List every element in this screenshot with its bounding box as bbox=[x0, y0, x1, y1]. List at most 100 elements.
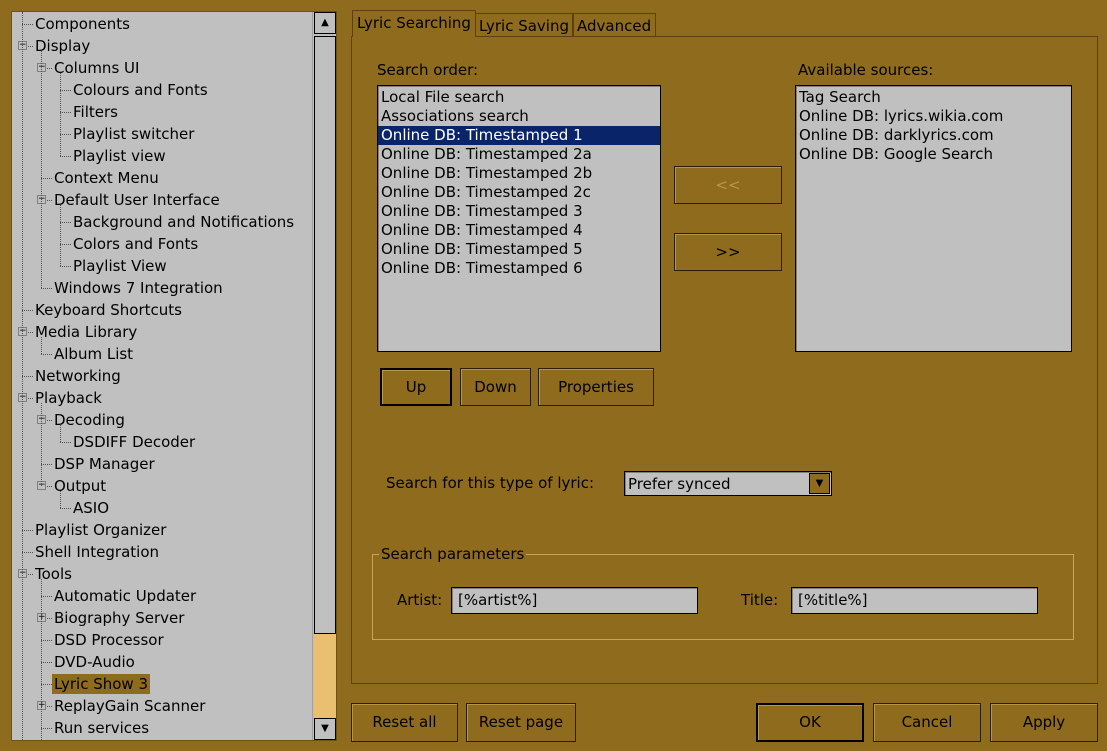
tree-item-label: ReplayGain Scanner bbox=[54, 697, 206, 715]
tree-item[interactable]: Windows 7 Integration bbox=[12, 277, 312, 299]
tree-item[interactable]: Background and Notifications bbox=[12, 211, 312, 233]
title-field[interactable]: [%title%] bbox=[791, 587, 1038, 614]
tree-item-label: ASIO bbox=[73, 499, 110, 517]
tree-connector bbox=[60, 134, 71, 135]
remove-source-button[interactable]: >> bbox=[674, 233, 782, 271]
tree-item[interactable]: Playlist switcher bbox=[12, 123, 312, 145]
tree-item[interactable]: Context Menu bbox=[12, 167, 312, 189]
tree-item[interactable]: − Display bbox=[12, 35, 312, 57]
tree-item[interactable]: Album List bbox=[12, 343, 312, 365]
list-item[interactable]: Associations search bbox=[378, 107, 660, 126]
list-item[interactable]: Online DB: Timestamped 5 bbox=[378, 240, 660, 259]
apply-button[interactable]: Apply bbox=[990, 703, 1098, 742]
properties-button[interactable]: Properties bbox=[538, 368, 654, 406]
tree-item[interactable]: DSD Processor bbox=[12, 629, 312, 651]
tree-item[interactable]: DSDIFF Decoder bbox=[12, 431, 312, 453]
reset-page-button[interactable]: Reset page bbox=[466, 703, 576, 742]
scroll-thumb[interactable] bbox=[314, 36, 336, 634]
tree-item[interactable]: Playlist Organizer bbox=[12, 519, 312, 541]
tree-item[interactable]: + ReplayGain Scanner bbox=[12, 695, 312, 717]
lyric-type-select[interactable]: Prefer synced ▼ bbox=[624, 471, 832, 496]
search-order-list[interactable]: Local File search Associations search Onli… bbox=[377, 85, 661, 352]
tab-lyric-saving[interactable]: Lyric Saving bbox=[474, 13, 574, 37]
list-item[interactable]: Online DB: Timestamped 3 bbox=[378, 202, 660, 221]
tree-item[interactable]: − Output bbox=[12, 475, 312, 497]
tree-connector bbox=[41, 403, 42, 486]
tree-item-label: DSDIFF Decoder bbox=[73, 433, 196, 451]
tree-item-label: Tools bbox=[35, 565, 72, 583]
tree-item-label: Playlist View bbox=[73, 257, 167, 275]
tree-item-label: Default User Interface bbox=[54, 191, 220, 209]
tree-item[interactable]: Playlist View bbox=[12, 255, 312, 277]
list-item[interactable]: Online DB: Google Search bbox=[796, 145, 1071, 164]
scroll-down-icon[interactable]: ▼ bbox=[314, 718, 336, 740]
tree-item-label: DVD-Audio bbox=[54, 653, 135, 671]
tree-connector bbox=[22, 24, 33, 25]
tree-item[interactable]: Filters bbox=[12, 101, 312, 123]
tree-item[interactable]: − Playback bbox=[12, 387, 312, 409]
ok-button[interactable]: OK bbox=[756, 703, 864, 742]
list-item[interactable]: Local File search bbox=[378, 88, 660, 107]
reset-all-button[interactable]: Reset all bbox=[351, 703, 458, 742]
list-item[interactable]: Online DB: Timestamped 6 bbox=[378, 259, 660, 278]
tree-item-label: Colors and Fonts bbox=[73, 235, 199, 253]
available-sources-label: Available sources: bbox=[798, 61, 934, 79]
tree-item[interactable]: − Columns UI bbox=[12, 57, 312, 79]
tree-item-label: DSD Processor bbox=[54, 631, 164, 649]
tree-item-label: Background and Notifications bbox=[73, 213, 295, 231]
list-item[interactable]: Online DB: lyrics.wikia.com bbox=[796, 107, 1071, 126]
tree-item[interactable]: DVD-Audio bbox=[12, 651, 312, 673]
tree-item[interactable]: − Media Library bbox=[12, 321, 312, 343]
tree-item[interactable]: + Biography Server bbox=[12, 607, 312, 629]
list-item[interactable]: Online DB: Timestamped 1 bbox=[378, 126, 660, 145]
tree-item[interactable]: Automatic Updater bbox=[12, 585, 312, 607]
tree-scrollbar[interactable]: ▲ ▼ bbox=[312, 12, 336, 740]
tab-advanced[interactable]: Advanced bbox=[572, 13, 657, 37]
tab-lyric-searching[interactable]: Lyric Searching bbox=[352, 10, 476, 37]
list-item[interactable]: Online DB: Timestamped 4 bbox=[378, 221, 660, 240]
chevron-down-icon[interactable]: ▼ bbox=[809, 473, 830, 494]
available-sources-list[interactable]: Tag Search Online DB: lyrics.wikia.com Onl… bbox=[795, 85, 1072, 352]
tree-item[interactable]: − Default User Interface bbox=[12, 189, 312, 211]
tree-connector bbox=[22, 530, 33, 531]
lyric-type-value: Prefer synced bbox=[628, 475, 731, 493]
tree-item[interactable]: Playlist view bbox=[12, 145, 312, 167]
tree-item[interactable]: Keyboard Shortcuts bbox=[12, 299, 312, 321]
list-item[interactable]: Online DB: Timestamped 2c bbox=[378, 183, 660, 202]
scroll-track[interactable] bbox=[314, 634, 336, 718]
tree-item[interactable]: − Tools bbox=[12, 563, 312, 585]
tree-item[interactable]: Components bbox=[12, 13, 312, 35]
tree-item[interactable]: ASIO bbox=[12, 497, 312, 519]
tree-connector bbox=[41, 178, 52, 179]
list-item[interactable]: Online DB: Timestamped 2a bbox=[378, 145, 660, 164]
tree-item[interactable]: Run services bbox=[12, 717, 312, 739]
tree-item[interactable]: − Decoding bbox=[12, 409, 312, 431]
tree-item-label: Playlist view bbox=[73, 147, 166, 165]
tree-item-label: Networking bbox=[35, 367, 121, 385]
tree-item-label: Playback bbox=[35, 389, 102, 407]
tree-item[interactable]: Shell Integration bbox=[12, 541, 312, 563]
tree-item-label: Context Menu bbox=[54, 169, 159, 187]
tree-item-label: Keyboard Shortcuts bbox=[35, 301, 182, 319]
cancel-button[interactable]: Cancel bbox=[873, 703, 981, 742]
tree-item[interactable]: Colours and Fonts bbox=[12, 79, 312, 101]
tree-item[interactable]: Lyric Show 3 bbox=[12, 673, 312, 695]
tree-connector bbox=[22, 12, 23, 740]
scroll-up-icon[interactable]: ▲ bbox=[314, 12, 336, 34]
tree-connector bbox=[60, 156, 71, 157]
add-source-button[interactable]: << bbox=[674, 166, 782, 204]
tree-item[interactable]: Networking bbox=[12, 365, 312, 387]
tree-item[interactable]: Colors and Fonts bbox=[12, 233, 312, 255]
tree-item[interactable]: DSP Manager bbox=[12, 453, 312, 475]
tree-connector bbox=[41, 728, 52, 729]
up-button[interactable]: Up bbox=[380, 368, 452, 406]
tree-item-label: Decoding bbox=[54, 411, 125, 429]
list-item[interactable]: Online DB: Timestamped 2b bbox=[378, 164, 660, 183]
preferences-tree[interactable]: Components − Display − Columns UI Colours and… bbox=[11, 11, 337, 741]
tree-connector bbox=[60, 244, 71, 245]
down-button[interactable]: Down bbox=[460, 368, 531, 406]
list-item[interactable]: Online DB: darklyrics.com bbox=[796, 126, 1071, 145]
tree-item-label: Playlist Organizer bbox=[35, 521, 167, 539]
list-item[interactable]: Tag Search bbox=[796, 88, 1071, 107]
artist-field[interactable]: [%artist%] bbox=[451, 587, 698, 614]
